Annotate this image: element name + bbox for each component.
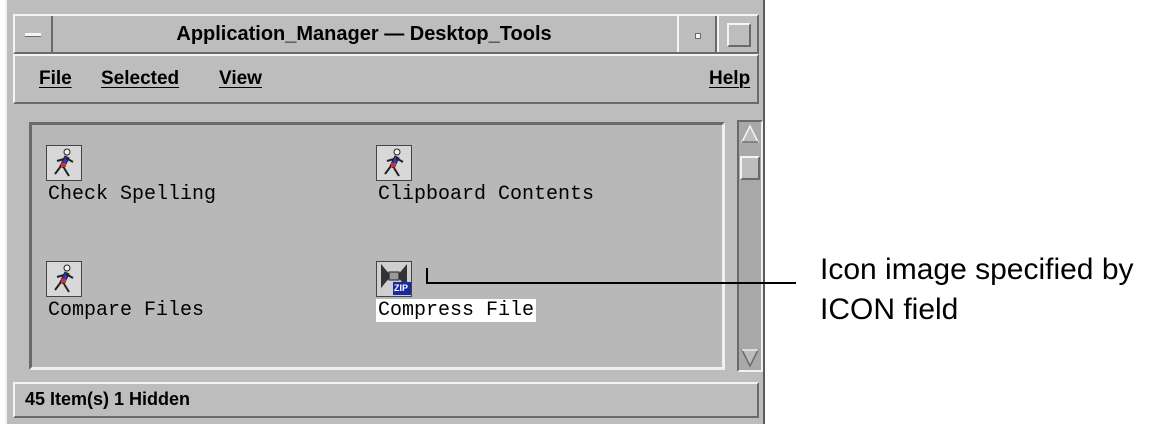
title-bar[interactable]: Application_Manager — Desktop_Tools (13, 14, 759, 54)
runner-icon (46, 145, 82, 181)
runner-icon (376, 145, 412, 181)
menu-help[interactable]: Help (709, 68, 750, 90)
item-label: Clipboard Contents (378, 183, 595, 206)
runner-icon (46, 261, 82, 297)
item-check-spelling[interactable]: Check Spelling (46, 145, 218, 206)
item-compress-file[interactable]: ZIP Compress File (376, 261, 537, 322)
status-bar: 45 Item(s) 1 Hidden (13, 382, 759, 418)
item-label: Check Spelling (48, 183, 217, 206)
zip-icon: ZIP (376, 261, 412, 297)
scroll-up-arrow-icon[interactable] (741, 124, 759, 144)
menu-bar: File Selected View Help (13, 54, 759, 104)
item-label: Compare Files (48, 299, 205, 322)
minimize-button[interactable] (677, 16, 717, 52)
icon-view[interactable]: Check Spelling Clipboard Contents Compar… (29, 122, 725, 370)
scroll-thumb[interactable] (740, 156, 760, 180)
icon-pane: Check Spelling Clipboard Contents Compar… (21, 118, 767, 378)
item-clipboard-contents[interactable]: Clipboard Contents (376, 145, 596, 206)
menu-file[interactable]: File (39, 68, 72, 90)
callout-text: Icon image specified by ICON field (820, 250, 1165, 330)
vertical-scrollbar[interactable] (737, 120, 763, 372)
item-compare-files[interactable]: Compare Files (46, 261, 206, 322)
item-label-selected: Compress File (376, 299, 537, 322)
zip-icon-text: ZIP (394, 283, 409, 293)
application-manager-window: Application_Manager — Desktop_Tools File… (5, 0, 765, 424)
window-menu-button[interactable] (15, 16, 53, 52)
menu-view[interactable]: View (219, 68, 262, 90)
scroll-down-arrow-icon[interactable] (741, 348, 759, 368)
callout-tick (426, 268, 428, 282)
callout-line (426, 282, 796, 284)
callout-line-1: Icon image specified by (820, 253, 1134, 286)
menu-selected[interactable]: Selected (101, 68, 179, 90)
callout-line-2: ICON field (820, 293, 959, 326)
window-title: Application_Manager — Desktop_Tools (176, 23, 552, 45)
maximize-button[interactable] (717, 16, 757, 52)
